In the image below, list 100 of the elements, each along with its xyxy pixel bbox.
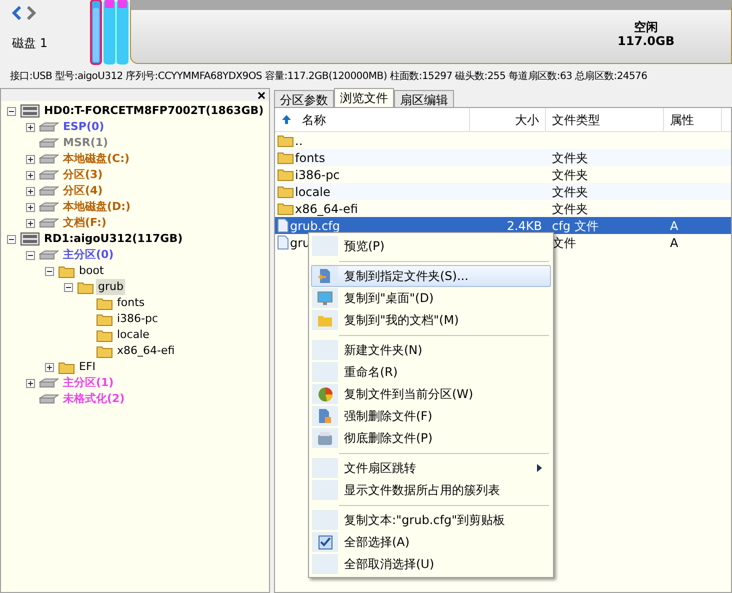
file-attribute: A	[670, 218, 678, 232]
menu-item[interactable]: 复制文件到当前分区(W)	[311, 383, 551, 405]
drive-icon	[39, 170, 59, 180]
menu-item[interactable]: 彻底删除文件(P)	[311, 427, 551, 449]
disk-label: 磁盘 1	[12, 35, 48, 52]
tree-item[interactable]: 本地磁盘(D:)	[61, 198, 133, 216]
tree-item[interactable]: grub	[96, 278, 126, 296]
drive-icon	[39, 202, 59, 212]
menu-item[interactable]: 全部选择(A)	[311, 531, 551, 553]
up-arrow-icon[interactable]	[281, 114, 292, 125]
tree-item[interactable]: boot	[77, 262, 106, 280]
checkbox-icon	[318, 534, 332, 550]
collapse-toggle[interactable]	[64, 282, 73, 292]
tab[interactable]: 分区参数	[274, 90, 334, 107]
column-header[interactable]: 属性	[670, 110, 694, 128]
file-row[interactable]: locale 文件夹	[275, 183, 731, 200]
tree-item[interactable]: 分区(4)	[61, 182, 105, 200]
file-size: 2.4KB	[506, 218, 542, 234]
free-label: 空闲	[633, 20, 659, 34]
file-name: grub.cfg	[290, 218, 340, 234]
menu-item[interactable]: 复制到指定文件夹(S)...	[311, 265, 551, 287]
free-size: 117.0GB	[616, 34, 676, 48]
drive-icon	[39, 186, 59, 196]
menu-item[interactable]: 显示文件数据所占用的簇列表	[311, 479, 551, 501]
file-type: 文件夹	[552, 202, 588, 216]
free-space-block[interactable]: 空闲 117.0GB	[130, 0, 732, 64]
folder-icon	[96, 344, 113, 358]
tree-item[interactable]: locale	[115, 326, 152, 344]
drive-icon	[39, 378, 59, 388]
collapse-toggle[interactable]	[7, 234, 16, 244]
menu-item[interactable]: 重命名(R)	[311, 361, 551, 383]
menu-item[interactable]: 文件扇区跳转	[311, 457, 551, 479]
menu-item[interactable]: 全部取消选择(U)	[311, 553, 551, 575]
file-row[interactable]: fonts 文件夹	[275, 149, 731, 166]
file-lock-icon	[318, 408, 332, 424]
tree-item[interactable]: MSR(1)	[61, 134, 110, 152]
file-type: 文件夹	[552, 184, 588, 198]
folder-icon	[277, 134, 294, 147]
menu-item[interactable]: 复制到"我的文档"(M)	[311, 309, 551, 331]
menu-item[interactable]: 复制文本:"grub.cfg"到剪贴板	[311, 509, 551, 531]
file-type: 文件夹	[552, 168, 588, 182]
expand-toggle[interactable]	[26, 154, 35, 164]
expand-toggle[interactable]	[26, 378, 35, 388]
tree-item[interactable]: fonts	[115, 294, 147, 312]
folder-icon	[58, 360, 75, 374]
tree-item[interactable]: 文档(F:)	[61, 214, 108, 232]
tab[interactable]: 浏览文件	[334, 88, 394, 107]
expand-toggle[interactable]	[26, 170, 35, 180]
file-icon	[277, 235, 289, 250]
folder-icon	[96, 312, 113, 326]
expand-toggle[interactable]	[26, 218, 35, 228]
drive-icon	[39, 122, 59, 132]
tree-item[interactable]: 主分区(0)	[61, 246, 116, 264]
tree-item[interactable]: x86_64-efi	[115, 342, 177, 360]
file-name: fonts	[295, 150, 326, 166]
folder-icon	[96, 328, 113, 342]
expand-toggle[interactable]	[45, 362, 54, 372]
folder-icon	[277, 202, 294, 215]
column-header[interactable]: 文件类型	[552, 110, 600, 128]
close-icon[interactable]	[258, 92, 265, 98]
folder-icon	[277, 168, 294, 181]
expand-toggle[interactable]	[26, 122, 35, 132]
menu-item[interactable]: 预览(P)	[311, 235, 551, 257]
tree-item[interactable]: i386-pc	[115, 310, 160, 328]
menu-item[interactable]: 新建文件夹(N)	[311, 339, 551, 361]
file-type: cfg 文件	[552, 218, 598, 232]
column-header[interactable]: 名称	[302, 110, 326, 128]
pie-chart-icon	[318, 386, 332, 402]
folder-icon	[317, 314, 333, 326]
tree-item[interactable]: ESP(0)	[61, 118, 106, 136]
drive-icon	[39, 154, 59, 164]
file-icon	[277, 218, 289, 233]
collapse-toggle[interactable]	[26, 250, 35, 260]
monitor-icon	[317, 290, 333, 306]
menu-item[interactable]: 强制删除文件(F)	[311, 405, 551, 427]
expand-toggle[interactable]	[26, 186, 35, 196]
menu-item[interactable]: 复制到"桌面"(D)	[311, 287, 551, 309]
collapse-toggle[interactable]	[45, 266, 54, 276]
collapse-toggle[interactable]	[7, 106, 16, 116]
folder-icon	[58, 264, 75, 278]
tree-item[interactable]: 分区(3)	[61, 166, 105, 184]
disk-info-text: 接口:USB 型号:aigoU312 序列号:CCYYMMFA68YDX9OS 容量:117.2GB(120000MB) 柱面数:15297 磁头数:255 每道扇区数:63 总扇区数:24576	[10, 70, 648, 84]
drive-icon	[39, 394, 59, 404]
partition-bar-drawing	[90, 0, 130, 66]
tree-item[interactable]: 本地磁盘(C:)	[61, 150, 132, 168]
column-header[interactable]: 大小	[515, 110, 539, 128]
file-name: i386-pc	[295, 166, 340, 184]
file-row[interactable]: grub.cfg 2.4KB cfg 文件 A	[275, 217, 731, 234]
file-attribute: A	[670, 236, 678, 250]
file-name: locale	[295, 184, 330, 200]
tree-item[interactable]: RD1:aigoU312(117GB)	[42, 230, 185, 248]
folder-icon	[277, 185, 294, 198]
tree-item[interactable]: HD0:T-FORCETM8FP7002T(1863GB)	[42, 102, 266, 120]
tab[interactable]: 扇区编辑	[394, 90, 454, 107]
drive-icon	[39, 250, 59, 260]
folder-icon	[277, 151, 294, 164]
file-name: x86_64-efi	[295, 200, 358, 218]
expand-toggle[interactable]	[26, 202, 35, 212]
shredder-icon	[317, 430, 333, 446]
tree-item[interactable]: EFI	[77, 358, 98, 376]
